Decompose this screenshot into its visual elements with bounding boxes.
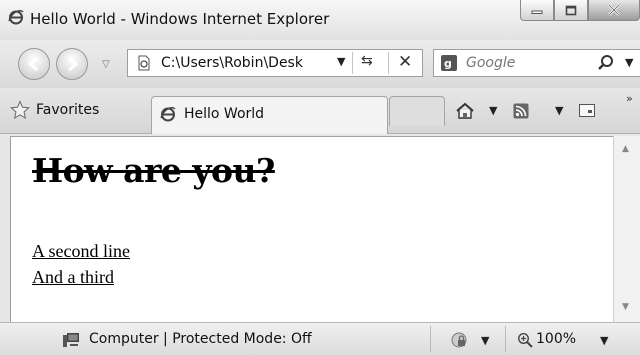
status-bar: Computer | Protected Mode: Off ▼ 100% ▼ xyxy=(0,322,640,355)
tab-bar: Favorites Hello World ▼ ▼ » xyxy=(0,88,640,134)
back-arrow-icon xyxy=(27,56,38,72)
search-options-dropdown-icon[interactable]: ▼ xyxy=(625,56,633,69)
home-dropdown-icon[interactable]: ▼ xyxy=(489,104,497,117)
read-mail-icon[interactable] xyxy=(579,104,595,118)
page-content: How are you? A second line And a third xyxy=(10,136,613,322)
scroll-down-icon[interactable]: ▼ xyxy=(622,302,629,312)
home-icon[interactable] xyxy=(455,102,475,120)
underlined-line: A second line xyxy=(32,241,130,261)
zoom-dropdown-icon[interactable]: ▼ xyxy=(600,334,608,347)
separator xyxy=(505,326,506,352)
separator xyxy=(430,326,431,352)
separator xyxy=(352,52,353,74)
refresh-icon[interactable]: ⇆ xyxy=(361,53,373,69)
stop-icon[interactable]: ✕ xyxy=(398,52,412,72)
ie-logo-icon xyxy=(8,10,24,25)
minimize-icon xyxy=(531,10,543,14)
vertical-scrollbar[interactable]: ▲ ▼ xyxy=(613,136,640,322)
zoom-level[interactable]: 100% xyxy=(536,331,576,347)
address-dropdown-icon[interactable]: ▼ xyxy=(337,55,345,68)
back-button[interactable] xyxy=(18,48,50,80)
security-zone-text[interactable]: Computer | Protected Mode: Off xyxy=(89,331,312,347)
search-input[interactable] xyxy=(464,54,588,72)
tab-label: Hello World xyxy=(184,106,265,122)
favorites-label: Favorites xyxy=(36,102,100,118)
google-icon: g xyxy=(441,55,457,71)
page-heading: How are you? xyxy=(32,151,275,190)
forward-button[interactable] xyxy=(56,48,88,80)
maximize-icon xyxy=(565,5,577,15)
window-title: Hello World - Windows Internet Explorer xyxy=(30,10,330,28)
ie-logo-icon xyxy=(160,107,176,122)
new-tab-button[interactable] xyxy=(389,96,445,126)
maximize-button[interactable] xyxy=(554,0,588,21)
more-commands-icon[interactable]: » xyxy=(626,92,633,105)
title-bar: Hello World - Windows Internet Explorer xyxy=(0,0,640,40)
address-bar[interactable]: C:\Users\Robin\Desk ▼ ⇆ ✕ xyxy=(127,49,423,77)
computer-icon xyxy=(63,333,79,347)
minimize-button[interactable] xyxy=(520,0,554,21)
address-text[interactable]: C:\Users\Robin\Desk xyxy=(161,55,303,71)
zoom-icon[interactable] xyxy=(517,332,533,348)
protected-mode-dropdown-icon[interactable]: ▼ xyxy=(481,334,489,347)
recent-pages-dropdown-icon[interactable]: ▽ xyxy=(102,59,110,70)
star-icon xyxy=(10,100,30,120)
favorites-button[interactable]: Favorites xyxy=(10,96,99,124)
underlined-line: And a third xyxy=(32,267,114,287)
navigation-bar: ▽ C:\Users\Robin\Desk ▼ ⇆ ✕ g ▼ xyxy=(0,40,640,88)
feeds-icon[interactable] xyxy=(513,103,529,119)
forward-arrow-icon xyxy=(68,56,79,72)
svg-text:g: g xyxy=(444,57,452,70)
search-box[interactable]: g ▼ xyxy=(433,49,640,77)
scroll-up-icon[interactable]: ▲ xyxy=(622,144,629,154)
close-button[interactable] xyxy=(588,0,640,21)
feeds-dropdown-icon[interactable]: ▼ xyxy=(555,104,563,117)
tab-hello-world[interactable]: Hello World xyxy=(151,96,388,134)
window-controls xyxy=(520,0,640,22)
close-icon xyxy=(608,4,620,16)
protected-mode-icon[interactable] xyxy=(450,331,468,349)
search-icon[interactable] xyxy=(597,54,615,72)
page-icon xyxy=(138,55,150,71)
browser-window: Hello World - Windows Internet Explorer … xyxy=(0,0,640,355)
separator xyxy=(388,52,389,74)
